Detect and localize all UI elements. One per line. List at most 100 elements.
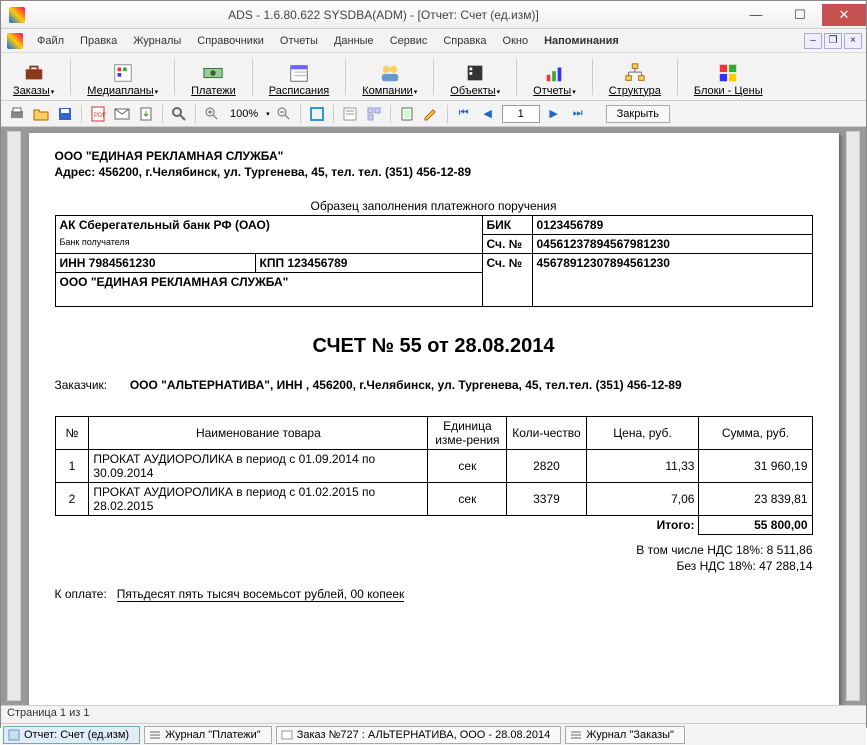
zoom-in-icon[interactable] xyxy=(202,104,222,124)
col-num: № xyxy=(55,417,89,450)
tree-icon xyxy=(624,62,646,84)
corr-acct-label: Сч. № xyxy=(482,235,532,254)
prev-page-icon[interactable]: ◀ xyxy=(478,104,498,124)
items-table: № Наименование товара Единица изме-рения… xyxy=(55,416,813,535)
menu-service[interactable]: Сервис xyxy=(382,32,436,50)
invoice-title: СЧЕТ № 55 от 28.08.2014 xyxy=(55,335,813,358)
company-address: Адрес: 456200, г.Челябинск, ул. Тургенев… xyxy=(55,165,813,179)
scrollbar-right[interactable] xyxy=(846,131,860,701)
close-preview-button[interactable]: Закрыть xyxy=(606,105,670,123)
menu-reports[interactable]: Отчеты xyxy=(272,32,326,50)
tb-orders[interactable]: Заказы▾ xyxy=(7,55,60,99)
menu-reminders[interactable]: Напоминания xyxy=(536,32,627,50)
bank-name: АК Сберегательный банк РФ (ОАО) xyxy=(60,218,478,232)
menu-data[interactable]: Данные xyxy=(326,32,382,50)
pay-words: Пятьдесят пять тысяч восемьсот рублей, 0… xyxy=(117,587,405,602)
open-icon[interactable] xyxy=(31,104,51,124)
col-sum: Сумма, руб. xyxy=(699,417,812,450)
pay-label: К оплате: xyxy=(55,587,107,601)
menu-edit[interactable]: Правка xyxy=(72,32,125,50)
order-tab-icon xyxy=(281,729,293,741)
customer-line: Заказчик: ООО "АЛЬТЕРНАТИВА", ИНН , 4562… xyxy=(55,378,813,392)
chart-icon xyxy=(543,62,565,84)
tb-objects[interactable]: Объекты▾ xyxy=(444,55,506,99)
tb-companies[interactable]: Компании▾ xyxy=(356,55,423,99)
payee-value: ООО "ЕДИНАЯ РЕКЛАМНАЯ СЛУЖБА" xyxy=(55,273,482,307)
menu-references[interactable]: Справочники xyxy=(189,32,272,50)
bik-value: 0123456789 xyxy=(532,216,812,235)
tb-structure[interactable]: Структура xyxy=(603,55,667,99)
calendar-icon xyxy=(288,62,310,84)
people-icon xyxy=(379,62,401,84)
report-viewport: ООО "ЕДИНАЯ РЕКЛАМНАЯ СЛУЖБА" Адрес: 456… xyxy=(1,127,866,705)
last-page-icon[interactable]: ⏭ xyxy=(568,104,588,124)
outline-icon[interactable] xyxy=(340,104,360,124)
menu-file[interactable]: Файл xyxy=(29,32,72,50)
report-page: ООО "ЕДИНАЯ РЕКЛАМНАЯ СЛУЖБА" Адрес: 456… xyxy=(29,133,839,705)
mdi-minimize[interactable]: – xyxy=(804,33,822,49)
vat-included: В том числе НДС 18%: 8 511,86 xyxy=(55,543,813,557)
acct-value: 45678912307894561230 xyxy=(532,254,812,307)
mdi-icon xyxy=(7,33,23,49)
menu-help[interactable]: Справка xyxy=(435,32,494,50)
film-icon xyxy=(464,62,486,84)
zoom-out-icon[interactable] xyxy=(274,104,294,124)
save-icon[interactable] xyxy=(55,104,75,124)
orders-tab-icon xyxy=(570,729,582,741)
menubar: Файл Правка Журналы Справочники Отчеты Д… xyxy=(1,29,866,53)
next-page-icon[interactable]: ▶ xyxy=(544,104,564,124)
mdi-close[interactable]: × xyxy=(844,33,862,49)
titlebar: ADS - 1.6.80.622 SYSDBA(ADM) - [Отчет: С… xyxy=(1,1,866,29)
inn-value: ИНН 7984561230 xyxy=(55,254,255,273)
close-button[interactable]: ✕ xyxy=(822,4,866,26)
print-icon[interactable] xyxy=(7,104,27,124)
statusbar: Страница 1 из 1 xyxy=(1,705,866,723)
report-tab-icon xyxy=(8,729,20,741)
edit-icon[interactable] xyxy=(421,104,441,124)
maximize-button[interactable]: ☐ xyxy=(778,4,822,26)
bank-details-table: АК Сберегательный банк РФ (ОАО) БИК 0123… xyxy=(55,215,813,307)
bik-label: БИК xyxy=(482,216,532,235)
minimize-button[interactable]: — xyxy=(734,4,778,26)
scrollbar-left[interactable] xyxy=(7,131,21,701)
table-row: 2 ПРОКАТ АУДИОРОЛИКА в период с 01.02.20… xyxy=(55,483,812,516)
email-icon[interactable] xyxy=(112,104,132,124)
status-page: Страница 1 из 1 xyxy=(7,707,89,719)
sample-caption: Образец заполнения платежного поручения xyxy=(55,199,813,213)
svg-text:PDF: PDF xyxy=(94,113,106,119)
col-price: Цена, руб. xyxy=(586,417,699,450)
vat-excluded: Без НДС 18%: 47 288,14 xyxy=(55,559,813,573)
export-icon[interactable] xyxy=(136,104,156,124)
col-name: Наименование товара xyxy=(89,417,428,450)
pay-line: К оплате: Пятьдесят пять тысяч восемьсот… xyxy=(55,587,813,601)
tab-order[interactable]: Заказ №727 : АЛЬТЕРНАТИВА, ООО - 28.08.2… xyxy=(276,726,562,744)
fullscreen-icon[interactable] xyxy=(307,104,327,124)
mdi-restore[interactable]: ❐ xyxy=(824,33,842,49)
first-page-icon[interactable]: ⏮ xyxy=(454,104,474,124)
find-icon[interactable] xyxy=(169,104,189,124)
tb-schedules[interactable]: Расписания xyxy=(263,55,335,99)
tb-payments[interactable]: Платежи xyxy=(185,55,242,99)
pdf-icon[interactable]: PDF xyxy=(88,104,108,124)
tab-report[interactable]: Отчет: Счет (ед.изм) xyxy=(3,726,140,744)
thumbnails-icon[interactable] xyxy=(364,104,384,124)
menu-window[interactable]: Окно xyxy=(495,32,537,50)
tb-mediaplans[interactable]: Медиапланы▾ xyxy=(81,55,164,99)
company-name: ООО "ЕДИНАЯ РЕКЛАМНАЯ СЛУЖБА" xyxy=(55,149,813,163)
page-number-input[interactable] xyxy=(502,105,540,123)
customer-label: Заказчик: xyxy=(55,378,127,392)
tb-reports[interactable]: Отчеты▾ xyxy=(527,55,582,99)
main-toolbar: Заказы▾ Медиапланы▾ Платежи Расписания К… xyxy=(1,53,866,101)
col-unit: Единица изме-рения xyxy=(428,417,507,450)
tab-payments[interactable]: Журнал "Платежи" xyxy=(144,726,272,744)
customer-value: ООО "АЛЬТЕРНАТИВА", ИНН , 456200, г.Челя… xyxy=(130,378,682,392)
zoom-value[interactable]: 100% xyxy=(226,108,262,120)
page-setup-icon[interactable] xyxy=(397,104,417,124)
menu-journals[interactable]: Журналы xyxy=(125,32,189,50)
briefcase-icon xyxy=(23,62,45,84)
tab-orders-journal[interactable]: Журнал "Заказы" xyxy=(565,726,685,744)
window-buttons: — ☐ ✕ xyxy=(734,4,866,26)
tb-blocks[interactable]: Блоки - Цены xyxy=(688,55,769,99)
payments-tab-icon xyxy=(149,729,161,741)
table-row: 1 ПРОКАТ АУДИОРОЛИКА в период с 01.09.20… xyxy=(55,450,812,483)
